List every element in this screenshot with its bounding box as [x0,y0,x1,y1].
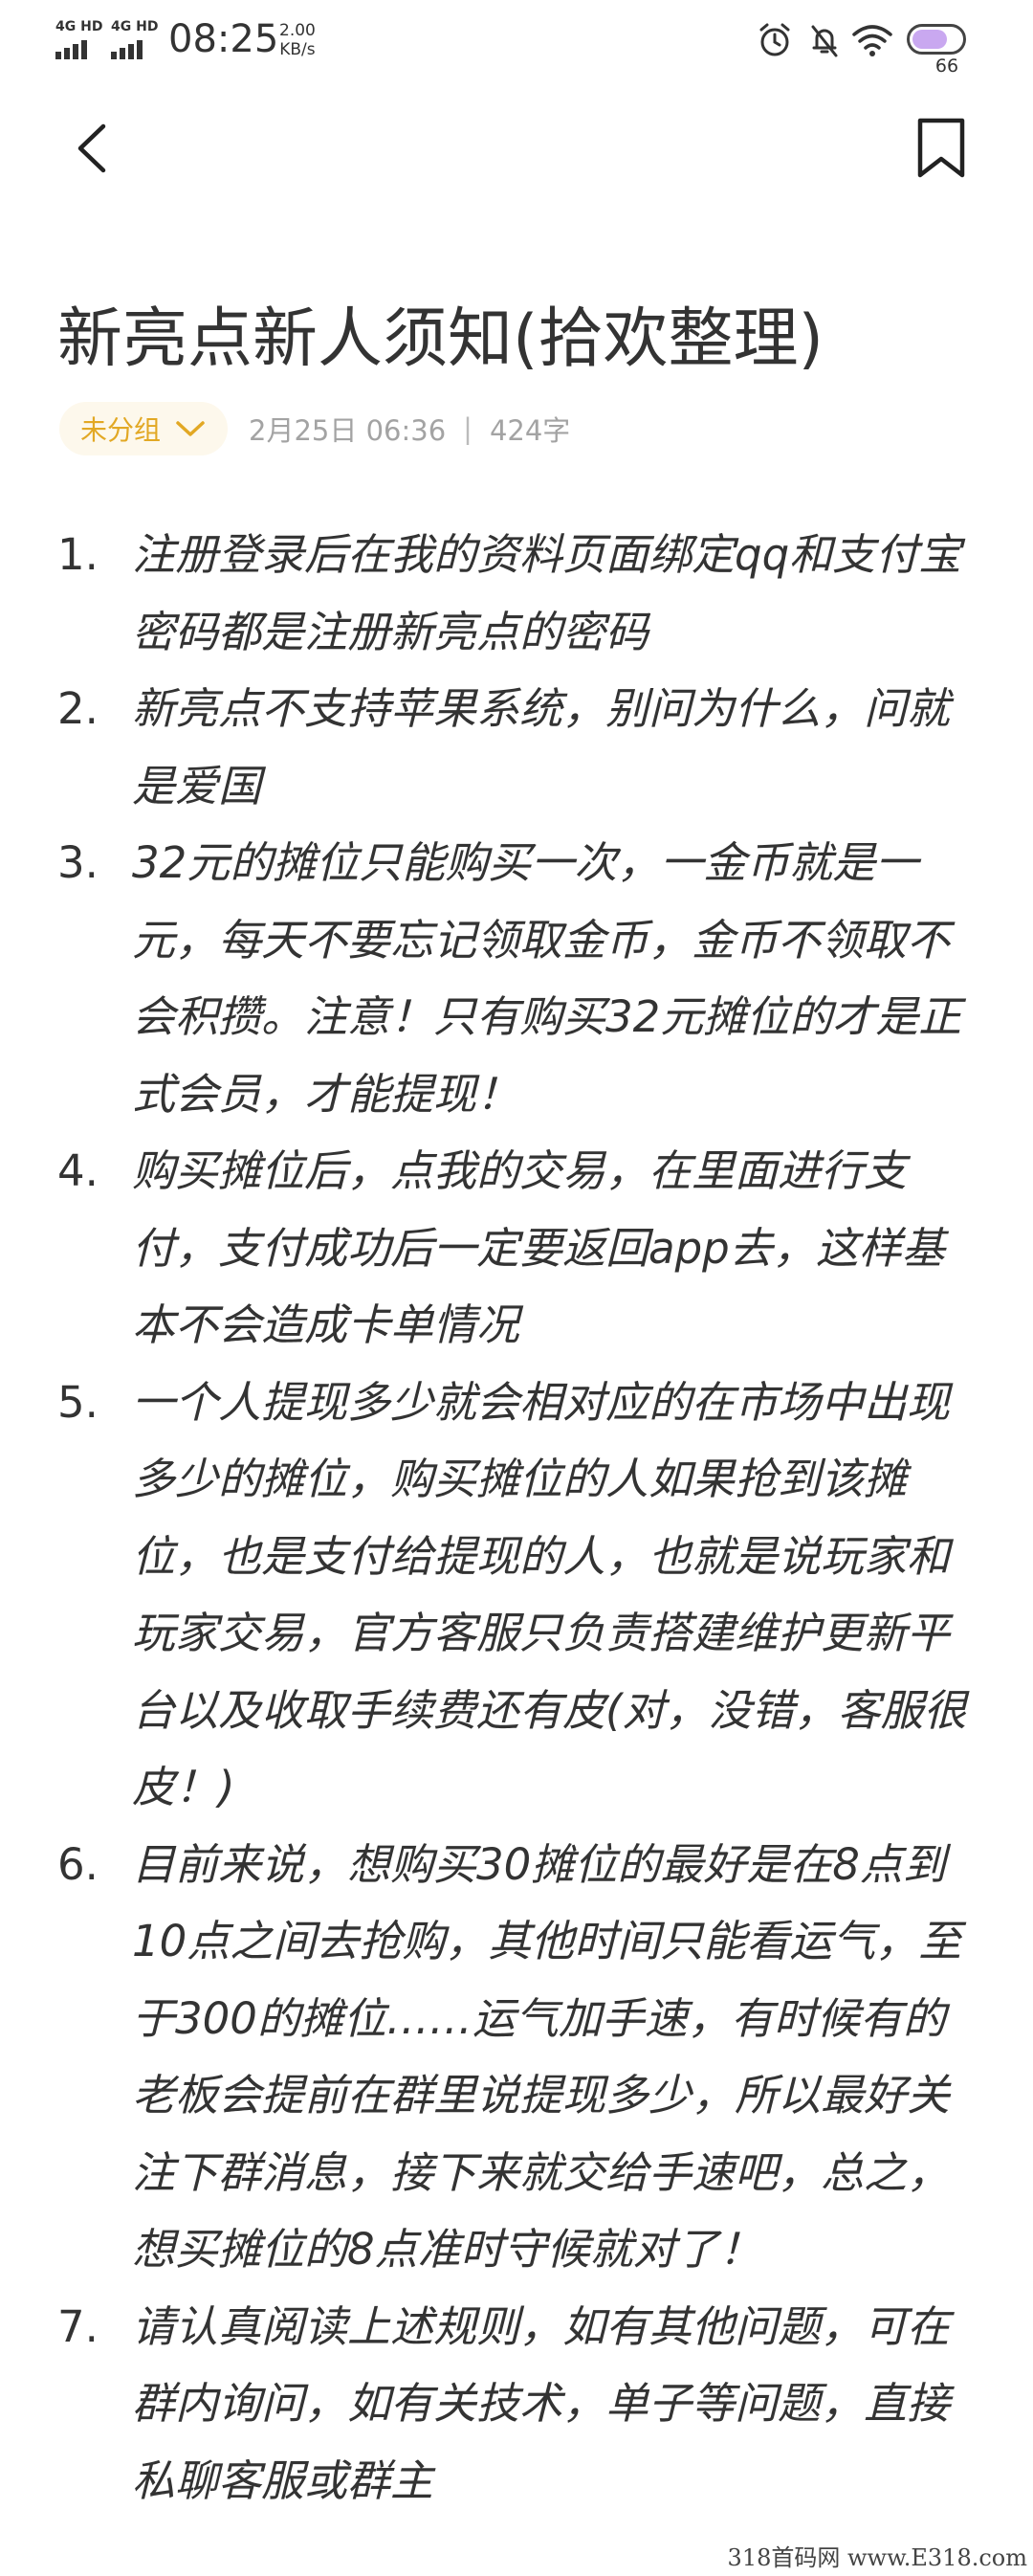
item-number: 7. [57,2300,99,2352]
group-selector[interactable]: 未分组 [59,402,229,455]
note-meta: 未分组 2月25日 06:36 | 424字 [59,400,570,457]
chevron-down-icon [176,421,205,436]
note-body: 1. 注册登录后在我的资料页面绑定qq和支付宝密码都是注册新亮点的密码 2. 新… [57,517,976,2520]
item-number: 3. [57,837,99,888]
chevron-left-icon [77,123,106,173]
network-speed-value: 2.00 [279,21,316,40]
list-item: 4. 购买摊位后，点我的交易，在里面进行支付，支付成功后一定要返回app去，这样… [57,1133,976,1365]
alarm-icon [759,23,790,56]
bookmark-button[interactable] [912,115,970,182]
item-text: 32元的摊位只能购买一次，一金币就是一元，每天不要忘记领取金币，金币不领取不会积… [132,837,962,1120]
signal-label-2: 4G HD [111,19,159,34]
group-label: 未分组 [80,414,162,446]
network-speed: 2.00 KB/s [279,21,316,59]
list-item: 3. 32元的摊位只能购买一次，一金币就是一元，每天不要忘记领取金币，金币不领取… [57,825,976,1133]
item-text: 一个人提现多少就会相对应的在市场中出现多少的摊位，购买摊位的人如果抢到该摊位，也… [132,1376,967,1813]
list-item: 2. 新亮点不支持苹果系统，别问为什么，问就是爱国 [57,671,976,825]
item-number: 5. [57,1376,99,1428]
battery-level: 66 [934,56,959,77]
item-text: 目前来说，想购买30摊位的最好是在8点到10点之间去抢购，其他时间只能看运气，至… [132,1838,962,2276]
word-count: 424字 [489,414,571,447]
page-title: 新亮点新人须知(拾欢整理) [57,301,824,377]
signal-label-1: 4G HD [55,19,103,34]
signal-indicator-1: 4G HD [55,19,107,61]
bookmark-icon [917,118,965,178]
watermark: 318首码网 www.E318.com [727,2544,1027,2571]
item-text: 新亮点不支持苹果系统，别问为什么，问就是爱国 [132,683,951,811]
item-number: 2. [57,683,99,734]
list-item: 6. 目前来说，想购买30摊位的最好是在8点到10点之间去抢购，其他时间只能看运… [57,1827,976,2289]
list-item: 1. 注册登录后在我的资料页面绑定qq和支付宝密码都是注册新亮点的密码 [57,517,976,671]
network-speed-unit: KB/s [279,40,316,59]
signal-bars-icon [55,40,87,59]
note-date: 2月25日 06:36 [249,414,447,447]
list-item: 7. 请认真阅读上述规则，如有其他问题，可在群内询问，如有关技术，单子等问题，直… [57,2289,976,2520]
item-number: 1. [57,529,99,580]
signal-bars-icon [111,40,143,59]
battery-icon: 66 [907,24,966,77]
status-bar: 4G HD 4G HD 08:25 2.00 KB/s 66 [0,0,1033,86]
item-text: 请认真阅读上述规则，如有其他问题，可在群内询问，如有关技术，单子等问题，直接私聊… [132,2300,951,2506]
back-button[interactable] [67,115,115,182]
mute-notification-icon [811,25,838,57]
item-text: 注册登录后在我的资料页面绑定qq和支付宝密码都是注册新亮点的密码 [132,529,962,657]
item-number: 4. [57,1145,99,1196]
clock-time: 08:25 [168,17,279,61]
item-text: 购买摊位后，点我的交易，在里面进行支付，支付成功后一定要返回app去，这样基本不… [132,1145,945,1350]
wifi-icon [852,25,892,56]
list-item: 5. 一个人提现多少就会相对应的在市场中出现多少的摊位，购买摊位的人如果抢到该摊… [57,1365,976,1827]
item-number: 6. [57,1838,99,1890]
meta-separator: | [463,412,473,445]
signal-indicator-2: 4G HD [111,19,163,61]
